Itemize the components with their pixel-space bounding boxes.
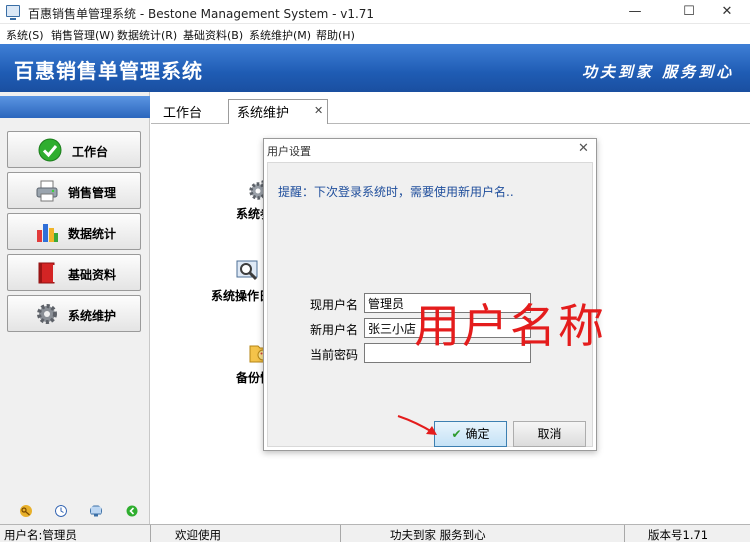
status-welcome: 欢迎使用 [175, 528, 221, 542]
window-titlebar: 百惠销售单管理系统 - Bestone Management System - … [0, 0, 750, 24]
ok-button-label: 确定 [465, 427, 490, 441]
close-window-button[interactable]: ✕ [704, 0, 750, 24]
menu-maintenance[interactable]: 系统维护(M) [249, 27, 311, 43]
green-check-icon [38, 138, 62, 162]
search-log-icon [236, 260, 258, 281]
sidebar-header-strip [0, 96, 150, 118]
minimize-button[interactable]: — [612, 0, 658, 24]
status-divider [150, 525, 151, 542]
sidebar-item-sales[interactable]: 销售管理 [7, 172, 141, 209]
printer-icon [36, 180, 58, 202]
red-book-icon [38, 262, 55, 284]
bar-chart-icon [37, 224, 58, 242]
sidebar: 工作台 销售管理 数据统计 基础资料 系统维护 [0, 92, 150, 524]
sidebar-item-label: 销售管理 [68, 186, 117, 200]
menu-sales[interactable]: 销售管理(W) [51, 27, 114, 43]
green-arrow-icon[interactable] [126, 505, 138, 517]
sidebar-item-label: 数据统计 [68, 227, 117, 241]
menu-statistics[interactable]: 数据统计(R) [117, 27, 177, 43]
cancel-button[interactable]: 取消 [513, 421, 586, 447]
clock-icon[interactable] [55, 505, 67, 517]
sidebar-item-workbench[interactable]: 工作台 [7, 131, 141, 168]
window-title: 百惠销售单管理系统 - Bestone Management System - … [28, 7, 375, 21]
new-username-label: 新用户名 [310, 323, 359, 337]
tab-workbench[interactable]: 工作台 [163, 99, 202, 124]
sidebar-item-label: 基础资料 [68, 268, 117, 282]
app-icon [6, 5, 20, 20]
tab-strip: 工作台 系统维护 ✕ [151, 92, 750, 125]
dialog-title: 用户设置 [267, 145, 311, 158]
sidebar-item-label: 系统维护 [68, 309, 117, 323]
ok-button[interactable]: ✔ 确定 [434, 421, 507, 447]
sidebar-item-maintenance[interactable]: 系统维护 [7, 295, 141, 332]
annotation-text: 用户名称 [414, 299, 606, 353]
menu-basic-data[interactable]: 基础资料(B) [183, 27, 243, 43]
tab-label: 系统维护 [237, 106, 290, 121]
dialog-close-button[interactable]: ✕ [578, 141, 589, 156]
status-divider [624, 525, 625, 542]
gear-icon [37, 304, 57, 324]
sidebar-item-statistics[interactable]: 数据统计 [7, 213, 141, 250]
tab-system-maintenance[interactable]: 系统维护 ✕ [228, 99, 328, 125]
sidebar-item-basic-data[interactable]: 基础资料 [7, 254, 141, 291]
app-name: 百惠销售单管理系统 [14, 59, 203, 83]
status-divider [340, 525, 341, 542]
sidebar-item-label: 工作台 [72, 145, 109, 159]
annotation-arrow-icon [397, 415, 437, 435]
dialog-hint: 提醒：下次登录系统时，需要使用新用户名.. [278, 185, 514, 199]
tab-close-icon[interactable]: ✕ [314, 104, 323, 117]
status-bar: 用户名:管理员 欢迎使用 功夫到家 服务到心 版本号1.71 [0, 524, 750, 542]
current-password-label: 当前密码 [310, 348, 359, 362]
current-username-label: 现用户名 [310, 298, 359, 312]
app-banner: 百惠销售单管理系统 功夫到家 服务到心 [0, 44, 750, 92]
menu-system[interactable]: 系统(S) [6, 27, 44, 43]
status-slogan: 功夫到家 服务到心 [390, 528, 486, 542]
monitor-icon[interactable] [90, 505, 102, 517]
menu-help[interactable]: 帮助(H) [316, 27, 355, 43]
check-icon: ✔ [451, 427, 462, 441]
status-user: 用户名:管理员 [4, 528, 77, 542]
status-version: 版本号1.71 [648, 528, 709, 542]
menu-bar: 系统(S) 销售管理(W) 数据统计(R) 基础资料(B) 系统维护(M) 帮助… [0, 24, 750, 44]
banner-slogan: 功夫到家 服务到心 [582, 63, 735, 81]
key-icon[interactable] [20, 505, 32, 517]
